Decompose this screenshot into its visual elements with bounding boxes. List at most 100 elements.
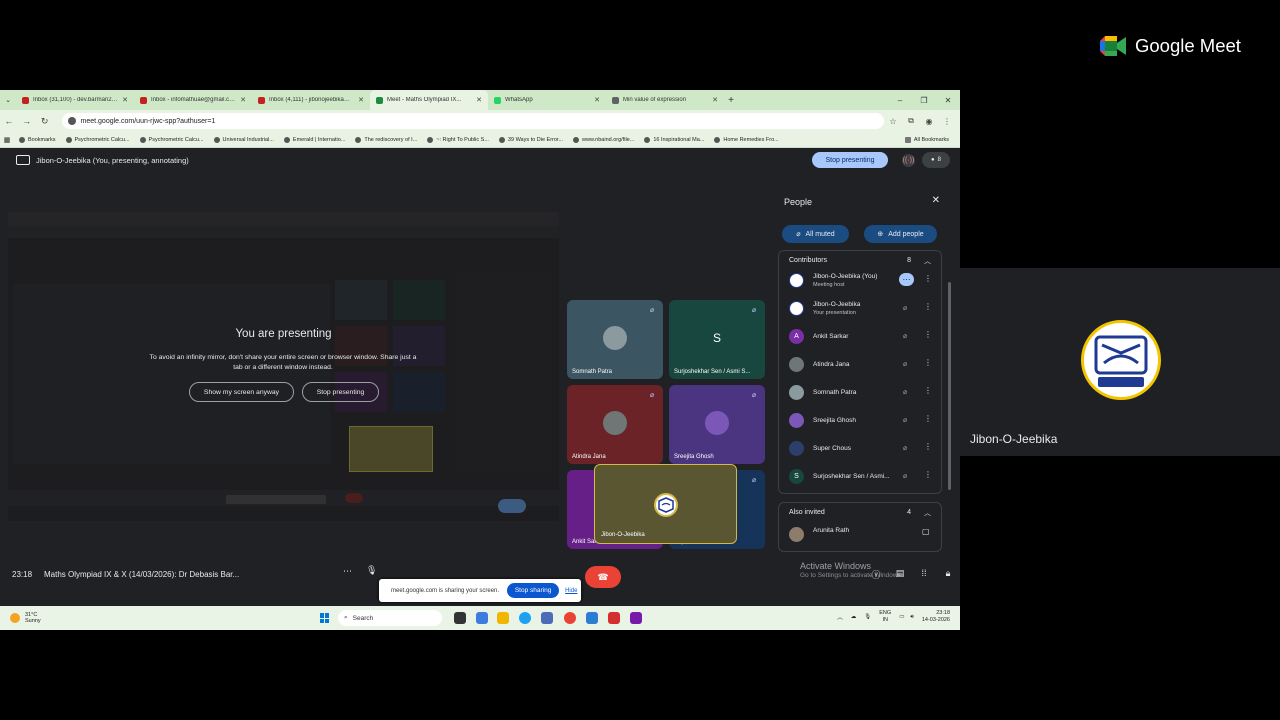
browser-tab[interactable]: WhatsApp ✕ xyxy=(488,90,606,110)
mic-off-icon[interactable]: ⌀ xyxy=(900,331,910,341)
participant-tile[interactable]: ⌀ Somnath Patra xyxy=(567,300,663,379)
broadcast-icon[interactable]: ((·)) xyxy=(902,154,915,167)
contributor-row[interactable]: Super Chous ⌀ ⋮ xyxy=(783,437,939,459)
reload-icon[interactable]: ↻ xyxy=(36,110,54,132)
apps-grid-icon[interactable]: ▦ xyxy=(0,136,14,144)
more-vert-icon[interactable]: ⋮ xyxy=(924,274,932,283)
all-bookmarks-button[interactable]: All Bookmarks xyxy=(900,136,954,143)
activities-icon[interactable]: ⁞⁞ xyxy=(912,568,936,581)
bookmark-star-icon[interactable]: ☆ xyxy=(884,116,902,126)
tray-chevron-icon[interactable]: ︿ xyxy=(837,613,843,621)
browser-tab[interactable]: Min value of expression ✕ xyxy=(606,90,724,110)
bookmark-item[interactable]: Home Remedies Fro... xyxy=(709,136,783,143)
tab-search-icon[interactable]: ⌄ xyxy=(0,90,16,110)
extensions-icon[interactable]: ⧉ xyxy=(902,116,920,126)
more-options-icon[interactable]: ⋯ xyxy=(343,566,352,577)
minimize-icon[interactable]: – xyxy=(888,90,912,110)
taskbar-search[interactable]: ⌕ Search xyxy=(338,610,442,626)
tray-mic-icon[interactable]: 🎙︎ xyxy=(864,614,871,620)
hide-link[interactable]: Hide xyxy=(565,588,577,594)
chevron-up-icon[interactable]: ︿ xyxy=(924,508,931,518)
contributor-row[interactable]: Jibon-O-Jeebika Your presentation ⌀ ⋮ xyxy=(783,297,939,319)
browser-tab[interactable]: Inbox (4,111) - jibonojeebika@... ✕ xyxy=(252,90,370,110)
tab-close-icon[interactable]: ✕ xyxy=(240,96,246,104)
taskbar-clock[interactable]: 23:18 14-03-2026 xyxy=(922,610,950,624)
mail-icon[interactable] xyxy=(586,612,598,624)
mic-off-icon[interactable]: ⌀ xyxy=(900,415,910,425)
microphone-icon[interactable]: 🎙︎ xyxy=(366,565,377,576)
chrome-icon[interactable] xyxy=(564,612,576,624)
url-field[interactable]: meet.google.com/uun-rjwc-spp?authuser=1 xyxy=(61,113,885,129)
all-muted-button[interactable]: ⌀ All muted xyxy=(782,225,849,243)
show-screen-anyway-button[interactable]: Show my screen anyway xyxy=(189,382,294,402)
close-icon[interactable]: ✕ xyxy=(932,195,940,206)
edge-icon[interactable] xyxy=(519,612,531,624)
stop-presenting-button-center[interactable]: Stop presenting xyxy=(302,382,379,402)
more-vert-icon[interactable]: ⋮ xyxy=(924,470,932,479)
end-call-button[interactable]: ☎ xyxy=(585,566,621,588)
browser-menu-icon[interactable]: ⋮ xyxy=(938,116,956,126)
contributor-row[interactable]: A Ankit Sarkar ⌀ ⋮ xyxy=(783,325,939,347)
network-icon[interactable]: ▭ xyxy=(899,614,904,620)
app-icon[interactable] xyxy=(476,612,488,624)
contributor-row[interactable]: S Surjoshekhar Sen / Asmi... ⌀ ⋮ xyxy=(783,465,939,487)
mic-off-icon[interactable]: ⌀ xyxy=(900,471,910,481)
stop-presenting-button[interactable]: Stop presenting xyxy=(812,152,888,168)
bookmark-item[interactable]: Psychrometric Calcu... xyxy=(61,136,135,143)
browser-tab[interactable]: Inbox - infomathuae@gmail.co... ✕ xyxy=(134,90,252,110)
chat-icon[interactable]: ▢ xyxy=(922,527,930,536)
bookmark-item[interactable]: Emerald | Internatio... xyxy=(279,136,350,143)
browser-tab[interactable]: Meet - Maths Olympiad IX... ✕ xyxy=(370,90,488,110)
pdf-icon[interactable] xyxy=(608,612,620,624)
more-vert-icon[interactable]: ⋮ xyxy=(924,302,932,311)
mic-off-icon[interactable]: ⌀ xyxy=(900,303,910,313)
bookmark-item[interactable]: ~: Right To Public S... xyxy=(422,136,494,143)
chat-icon[interactable]: ▤ xyxy=(888,568,912,581)
mic-off-icon[interactable]: ⌀ xyxy=(900,387,910,397)
new-tab-button[interactable]: + xyxy=(724,95,738,106)
file-explorer-icon[interactable] xyxy=(497,612,509,624)
contributor-row[interactable]: Atindra Jana ⌀ ⋮ xyxy=(783,353,939,375)
language-indicator[interactable]: ENG IN xyxy=(879,610,891,624)
tab-close-icon[interactable]: ✕ xyxy=(712,96,718,104)
weather-widget[interactable]: 31°C Sunny xyxy=(10,612,41,625)
more-vert-icon[interactable]: ⋮ xyxy=(924,414,932,423)
site-info-icon[interactable] xyxy=(67,117,76,125)
tab-close-icon[interactable]: ✕ xyxy=(122,96,128,104)
more-vert-icon[interactable]: ⋮ xyxy=(924,386,932,395)
restore-icon[interactable]: ❐ xyxy=(912,90,936,110)
people-scrollbar[interactable] xyxy=(948,282,951,490)
stop-sharing-button[interactable]: Stop sharing xyxy=(507,583,560,598)
info-icon[interactable]: ⓘ xyxy=(864,568,888,581)
bookmark-item[interactable]: www.nbaind.org/file... xyxy=(568,136,639,143)
tab-close-icon[interactable]: ✕ xyxy=(594,96,600,104)
more-vert-icon[interactable]: ⋮ xyxy=(924,442,932,451)
contributor-row[interactable]: Jibon-O-Jeebika (You) Meeting host ⋯ ⋮ xyxy=(783,269,939,291)
bookmark-item[interactable]: 16 Inspirational Ma... xyxy=(639,136,709,143)
host-activity-icon[interactable]: ⋯ xyxy=(899,273,914,286)
mic-off-icon[interactable]: ⌀ xyxy=(900,359,910,369)
participant-tile[interactable]: ⌀ S Surjoshekhar Sen / Asmi S... xyxy=(669,300,765,379)
participant-tile[interactable]: ⌀ Sreejita Ghosh xyxy=(669,385,765,464)
store-icon[interactable] xyxy=(541,612,553,624)
bookmark-item[interactable]: The rediscovery of I... xyxy=(350,136,422,143)
close-window-icon[interactable]: ✕ xyxy=(936,90,960,110)
self-video-tile[interactable]: Jibon-O-Jeebika xyxy=(594,464,737,544)
bookmark-item[interactable]: Bookmarks xyxy=(14,136,61,143)
invited-person[interactable]: Arunita Rath ▢ xyxy=(783,523,939,545)
profile-icon[interactable]: ◉ xyxy=(920,116,938,126)
volume-icon[interactable]: 🔊︎ xyxy=(910,614,913,621)
start-icon[interactable] xyxy=(320,613,330,623)
onenote-icon[interactable] xyxy=(630,612,642,624)
tab-close-icon[interactable]: ✕ xyxy=(476,96,482,104)
back-icon[interactable]: ← xyxy=(0,110,18,132)
chevron-up-icon[interactable]: ︿ xyxy=(924,256,931,266)
onedrive-icon[interactable]: ☁ xyxy=(851,614,857,620)
forward-icon[interactable]: → xyxy=(18,110,36,132)
annotation-pen-icon[interactable] xyxy=(498,499,526,513)
mic-off-icon[interactable]: ⌀ xyxy=(900,443,910,453)
browser-tab[interactable]: Inbox (31,100) - dev.barman20... ✕ xyxy=(16,90,134,110)
participant-count-badge[interactable]: ● 8 xyxy=(922,152,950,168)
tab-close-icon[interactable]: ✕ xyxy=(358,96,364,104)
bookmark-item[interactable]: Universal Industrial... xyxy=(209,136,279,143)
